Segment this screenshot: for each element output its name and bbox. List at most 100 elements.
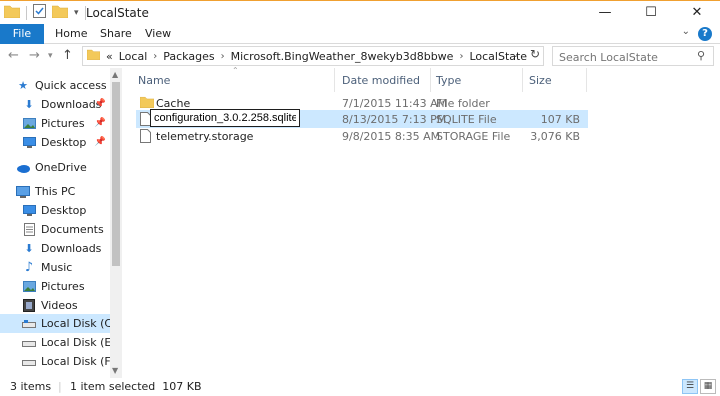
file-date: 7/1/2015 11:43 AM [342,97,448,110]
scroll-up-icon[interactable]: ▲ [112,70,118,79]
help-icon[interactable]: ? [698,27,712,41]
maximize-icon: ☐ [645,5,657,20]
file-type: STORAGE File [436,130,511,143]
column-divider[interactable] [334,68,335,92]
sidebar-item-pictures[interactable]: Pictures 📌 [22,114,110,133]
folder-icon[interactable] [3,5,21,21]
tab-view[interactable]: View [145,24,171,44]
rename-input[interactable] [150,109,300,127]
selection-info: 1 item selected 107 KB [70,380,202,393]
details-view-icon[interactable]: ☰ [682,379,698,394]
sidebar-item-desktop[interactable]: Desktop 📌 [22,133,110,152]
new-folder-icon[interactable] [51,5,69,21]
scrollbar-thumb[interactable] [112,82,120,266]
item-count: 3 items [10,380,52,393]
sidebar-item-label: Music [41,261,73,274]
sidebar-item-local-disk-f[interactable]: Local Disk (F:) [22,352,118,371]
pin-icon[interactable]: 📌 [95,118,106,128]
sidebar-item-quick-access[interactable]: ★ Quick access [16,76,122,95]
chevron-right-icon[interactable]: › [221,51,225,62]
file-row-configuration[interactable]: 8/13/2015 7:13 PM SQLITE File 107 KB [136,109,588,128]
sidebar-scrollbar[interactable]: ▲ ▼ [110,68,122,378]
breadcrumb-bingweather[interactable]: Microsoft.BingWeather_8wekyb3d8bbwe [231,50,454,63]
desktop-icon [22,136,36,150]
sidebar-item-label: Videos [41,299,78,312]
maximize-button[interactable]: ☐ [628,1,674,24]
sidebar-item-label: Pictures [41,280,85,293]
sidebar-item-desktop-pc[interactable]: Desktop [22,201,110,220]
navigation-bar: ← → ▾ ↑ « Local › Packages › Microsoft.B… [0,44,720,68]
sidebar-item-local-disk-e[interactable]: Local Disk (E:) [22,333,119,352]
ribbon-tabs: File Home Share View ⌄ ? [0,24,720,44]
column-divider[interactable] [522,68,523,92]
pin-icon[interactable]: 📌 [95,137,106,147]
sidebar-item-documents[interactable]: Documents [22,220,110,239]
address-dropdown-icon[interactable]: ⌄ [512,50,520,60]
customize-toolbar-icon[interactable]: ▾ [74,8,79,18]
up-arrow-icon[interactable]: ↑ [62,48,73,63]
pictures-icon [22,117,36,131]
drive-icon [22,317,36,331]
sidebar-item-videos[interactable]: Videos [22,296,110,315]
search-input[interactable] [552,46,714,66]
column-type[interactable]: Type [436,74,461,94]
refresh-icon[interactable]: ↻ [527,47,543,63]
properties-icon[interactable] [33,4,46,21]
sidebar-item-label: Desktop [41,136,87,149]
file-date: 9/8/2015 8:35 AM [342,130,441,143]
column-name[interactable]: Name [138,74,170,94]
file-type: SQLITE File [436,113,497,126]
forward-arrow-icon[interactable]: → [29,48,40,63]
navigation-pane: ★ Quick access ⬇ Downloads 📌 Pictures 📌 … [0,68,122,378]
sidebar-item-label: Downloads [41,242,102,255]
minimize-button[interactable]: — [582,1,628,24]
breadcrumb-packages[interactable]: Packages [163,50,214,63]
videos-icon [22,299,36,313]
desktop-icon [22,204,36,218]
pin-icon[interactable]: 📌 [95,99,106,109]
chevron-right-icon[interactable]: › [153,51,157,62]
download-icon: ⬇ [24,242,34,255]
minimize-icon: — [598,5,612,20]
status-divider: | [58,380,62,393]
file-list: ⌃ Name Date modified Type Size Cache 7/1… [122,66,720,378]
file-row-telemetry[interactable]: telemetry.storage 9/8/2015 8:35 AM STORA… [136,127,588,145]
column-size[interactable]: Size [529,74,552,94]
breadcrumb-local[interactable]: Local [119,50,148,63]
documents-icon [22,223,36,237]
close-button[interactable]: ✕ [674,1,720,24]
sidebar-item-downloads[interactable]: ⬇ Downloads 📌 [22,95,110,114]
column-divider[interactable] [430,68,431,92]
sidebar-item-label: Downloads [41,98,102,111]
sidebar-item-local-disk-c[interactable]: Local Disk (C:) [0,314,120,333]
title-bar: ▾ LocalState — ☐ ✕ [0,0,720,24]
sort-ascending-icon: ⌃ [232,66,239,75]
sidebar-item-this-pc[interactable]: This PC [16,182,122,201]
pictures-icon [22,280,36,294]
tab-file[interactable]: File [0,24,44,44]
chevron-right-icon[interactable]: › [459,51,463,62]
large-icons-view-icon[interactable]: ▦ [700,379,716,394]
sidebar-item-downloads-pc[interactable]: ⬇ Downloads [22,239,110,258]
expand-ribbon-icon[interactable]: ⌄ [682,26,690,37]
sidebar-item-label: Local Disk (F:) [41,355,118,368]
breadcrumb-overflow[interactable]: « [106,50,113,63]
sidebar-item-pictures-pc[interactable]: Pictures [22,277,110,296]
scroll-down-icon[interactable]: ▼ [112,366,118,375]
sidebar-item-label: This PC [35,185,76,198]
toolbar-separator [26,5,27,20]
file-size: 107 KB [540,113,580,126]
file-name: telemetry.storage [156,130,254,143]
column-date-modified[interactable]: Date modified [342,74,420,94]
address-bar[interactable]: « Local › Packages › Microsoft.BingWeath… [82,46,544,66]
tab-share[interactable]: Share [100,24,132,44]
music-icon: ♪ [24,260,34,275]
column-divider[interactable] [586,68,587,92]
tab-home[interactable]: Home [55,24,87,44]
recent-locations-icon[interactable]: ▾ [48,51,53,61]
sidebar-item-music[interactable]: ♪ Music [22,258,110,277]
back-arrow-icon[interactable]: ← [8,48,19,63]
file-size: 3,076 KB [530,130,580,143]
cloud-icon [16,161,30,175]
sidebar-item-onedrive[interactable]: OneDrive [16,158,122,177]
